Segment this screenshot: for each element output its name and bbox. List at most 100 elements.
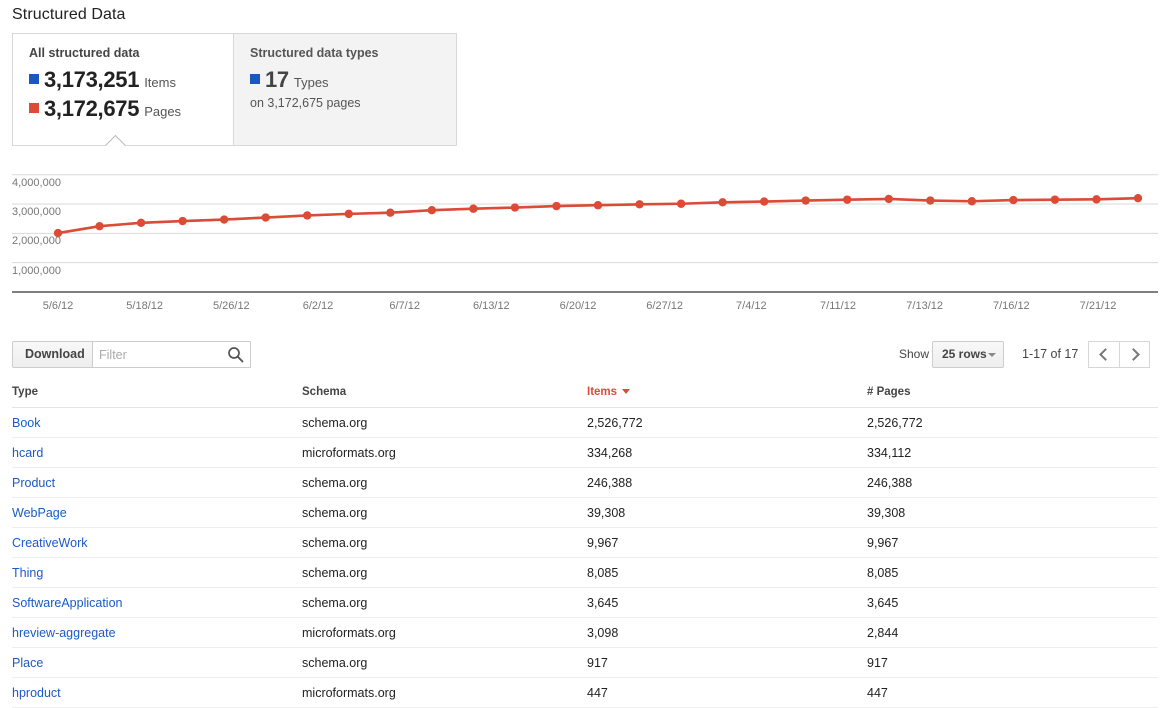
search-icon[interactable]	[227, 346, 244, 363]
chart-data-point[interactable]	[1009, 196, 1017, 204]
chart-data-point[interactable]	[386, 208, 394, 216]
cell-pages: 9,967	[867, 528, 1158, 558]
chart-data-point[interactable]	[926, 196, 934, 204]
filter-input[interactable]	[93, 342, 223, 367]
column-header-items[interactable]: Items	[587, 386, 867, 408]
table-row: hreview-aggregatemicroformats.org3,0982,…	[12, 618, 1158, 648]
rows-per-page-select[interactable]: 25 rows	[932, 341, 1004, 368]
chart-data-point[interactable]	[635, 200, 643, 208]
column-header-type[interactable]: Type	[12, 386, 302, 408]
cell-schema: schema.org	[302, 648, 587, 678]
chart-data-point[interactable]	[345, 210, 353, 218]
cell-schema: schema.org	[302, 408, 587, 438]
chart-data-point[interactable]	[1092, 195, 1100, 203]
type-link[interactable]: Place	[12, 656, 43, 670]
chart-data-point[interactable]	[511, 203, 519, 211]
filter-field[interactable]	[92, 341, 251, 368]
chart-data-point[interactable]	[801, 196, 809, 204]
chart-data-point[interactable]	[885, 195, 893, 203]
chart-data-point[interactable]	[718, 198, 726, 206]
cell-schema: schema.org	[302, 558, 587, 588]
summary-cards: All structured data3,173,251Items3,172,6…	[12, 33, 457, 146]
type-link[interactable]: hreview-aggregate	[12, 626, 116, 640]
chart-data-point[interactable]	[428, 206, 436, 214]
chart-x-tick-label: 6/7/12	[389, 300, 420, 312]
table-header: Type SchemaItems# Pages	[12, 386, 1158, 408]
chart-x-tick-label: 6/13/12	[473, 300, 510, 312]
cell-pages: 447	[867, 678, 1158, 708]
table-row: hproductmicroformats.org447447	[12, 678, 1158, 708]
cell-schema: schema.org	[302, 588, 587, 618]
card-metric: 3,172,675Pages	[29, 96, 217, 122]
chart-data-point[interactable]	[95, 222, 103, 230]
chart-data-point[interactable]	[677, 200, 685, 208]
chart-data-point[interactable]	[469, 205, 477, 213]
cell-schema: microformats.org	[302, 618, 587, 648]
chart-data-point[interactable]	[178, 217, 186, 225]
type-link[interactable]: CreativeWork	[12, 536, 87, 550]
type-link[interactable]: hcard	[12, 446, 43, 460]
card-metric: 3,173,251Items	[29, 67, 217, 93]
type-link[interactable]: Product	[12, 476, 55, 490]
cell-schema: schema.org	[302, 528, 587, 558]
chart-data-point[interactable]	[594, 201, 602, 209]
pagination-range: 1-17 of 17	[1022, 347, 1078, 361]
type-link[interactable]: Book	[12, 416, 41, 430]
chart-y-tick-label: 4,000,000	[12, 177, 61, 189]
chart-x-tick-label: 6/27/12	[646, 300, 683, 312]
chart-data-point[interactable]	[552, 202, 560, 210]
type-link[interactable]: hproduct	[12, 686, 61, 700]
column-header-schema[interactable]: Schema	[302, 386, 587, 408]
chart-y-tick-label: 2,000,000	[12, 235, 61, 247]
cell-type: hproduct	[12, 678, 302, 708]
show-rows-label: Show	[899, 347, 929, 361]
cell-pages: 2,526,772	[867, 408, 1158, 438]
type-link[interactable]: WebPage	[12, 506, 67, 520]
chart-data-point[interactable]	[261, 213, 269, 221]
cell-type: Place	[12, 648, 302, 678]
cell-items: 334,268	[587, 438, 867, 468]
download-button[interactable]: Download	[12, 341, 98, 368]
cell-type: SoftwareApplication	[12, 588, 302, 618]
chart-data-point[interactable]	[968, 197, 976, 205]
next-page-button[interactable]	[1119, 341, 1150, 368]
table-row: WebPageschema.org39,30839,308	[12, 498, 1158, 528]
chart-data-point[interactable]	[137, 219, 145, 227]
chart-data-point[interactable]	[760, 197, 768, 205]
cell-schema: schema.org	[302, 498, 587, 528]
chart-data-point[interactable]	[1051, 195, 1059, 203]
summary-card-structured-data-types[interactable]: Structured data types17Typeson 3,172,675…	[233, 34, 456, 145]
column-header-label: Type	[12, 386, 38, 398]
cell-pages: 8,085	[867, 558, 1158, 588]
cell-pages: 334,112	[867, 438, 1158, 468]
cell-type: WebPage	[12, 498, 302, 528]
chart-x-tick-label: 7/16/12	[993, 300, 1030, 312]
cell-schema: schema.org	[302, 468, 587, 498]
column-header-pages[interactable]: # Pages	[867, 386, 1158, 408]
table-body: Bookschema.org2,526,7722,526,772hcardmic…	[12, 408, 1158, 708]
blue-square-icon	[29, 74, 39, 84]
chart-x-tick-label: 6/20/12	[560, 300, 597, 312]
card-metric-unit: Items	[144, 75, 176, 90]
chart-data-point[interactable]	[303, 211, 311, 219]
cell-items: 447	[587, 678, 867, 708]
table-toolbar: Download Show 25 rows 1-17 of 17	[0, 338, 1170, 378]
table-row: Placeschema.org917917	[12, 648, 1158, 678]
chart-x-tick-label: 7/21/12	[1080, 300, 1117, 312]
page-title: Structured Data	[12, 6, 126, 24]
type-link[interactable]: SoftwareApplication	[12, 596, 122, 610]
previous-page-button[interactable]	[1088, 341, 1119, 368]
chart-data-point[interactable]	[843, 195, 851, 203]
chart-data-point[interactable]	[1134, 194, 1142, 202]
structured-data-table: Type SchemaItems# Pages Book schema.org 2,5…	[12, 386, 1158, 708]
chart-x-tick-label: 6/2/12	[303, 300, 334, 312]
table-row: Bookschema.org2,526,7722,526,772	[12, 408, 1158, 438]
chart-plot-area	[0, 155, 1170, 320]
cell-type: Thing	[12, 558, 302, 588]
type-link[interactable]: Thing	[12, 566, 43, 580]
cell-pages: 917	[867, 648, 1158, 678]
chart-data-point[interactable]	[220, 215, 228, 223]
cell-items: 3,645	[587, 588, 867, 618]
summary-card-all-structured-data[interactable]: All structured data3,173,251Items3,172,6…	[13, 34, 233, 145]
table-row: hcardmicroformats.org334,268334,112	[12, 438, 1158, 468]
